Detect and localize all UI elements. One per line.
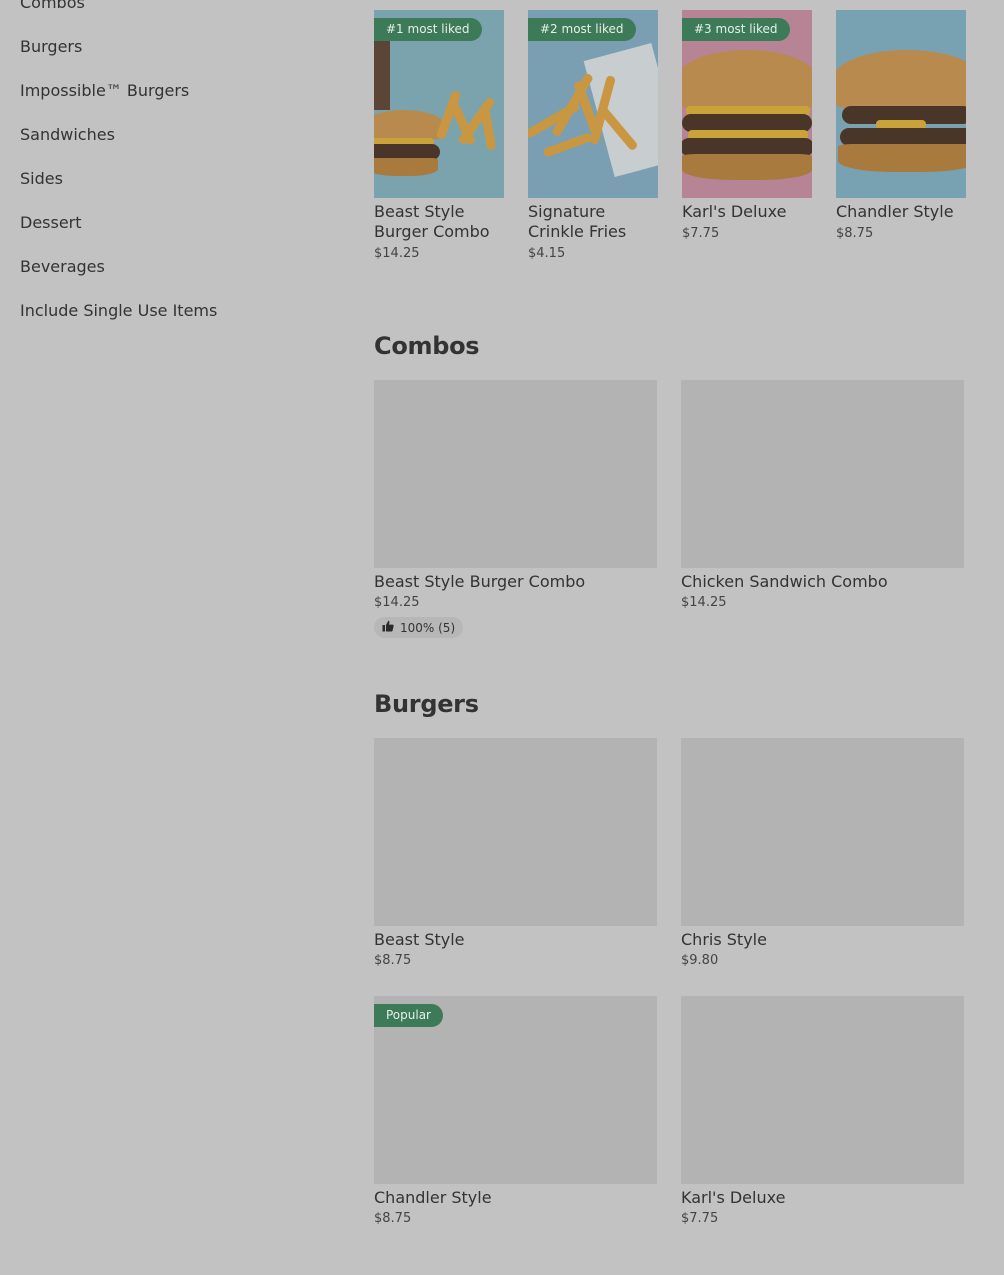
item-name: Karl's Deluxe <box>682 202 787 221</box>
sidebar-item-sandwiches[interactable]: Sandwiches <box>20 125 320 169</box>
popular-badge: Popular <box>374 1004 443 1027</box>
item-price: $14.25 <box>374 246 420 261</box>
sidebar-item-beverages[interactable]: Beverages <box>20 257 320 301</box>
item-price: $14.25 <box>681 595 727 610</box>
menu-item-card[interactable]: Beast Style $8.75 <box>374 738 657 968</box>
item-name: Chris Style <box>681 930 767 949</box>
sidebar-item-burgers[interactable]: Burgers <box>20 37 320 81</box>
item-name: Chandler Style <box>836 202 954 221</box>
item-image-placeholder <box>681 738 964 926</box>
item-image-placeholder <box>374 380 657 568</box>
item-name: Signature Crinkle Fries <box>528 202 627 241</box>
section-title-burgers: Burgers <box>374 690 479 718</box>
menu-item-card[interactable]: Chicken Sandwich Combo $14.25 <box>681 380 964 610</box>
section-title-combos: Combos <box>374 332 480 360</box>
sidebar-item-sides[interactable]: Sides <box>20 169 320 213</box>
item-image <box>836 10 966 198</box>
item-image: #1 most liked <box>374 10 504 198</box>
item-image-placeholder <box>374 738 657 926</box>
featured-card[interactable]: Chandler Style $8.75 <box>836 10 966 310</box>
thumbs-up-icon <box>382 620 394 635</box>
item-price: $8.75 <box>374 1211 412 1226</box>
most-liked-badge: #1 most liked <box>374 18 482 41</box>
sidebar-item-combos[interactable]: Combos <box>20 0 320 37</box>
item-name: Chicken Sandwich Combo <box>681 572 888 591</box>
item-price: $8.75 <box>374 953 412 968</box>
sidebar-item-single-use-items[interactable]: Include Single Use Items <box>20 301 320 345</box>
item-image-placeholder <box>681 996 964 1184</box>
sidebar-item-impossible-burgers[interactable]: Impossible™ Burgers <box>20 81 320 125</box>
menu-item-card[interactable]: Chris Style $9.80 <box>681 738 964 968</box>
item-price: $7.75 <box>681 1211 719 1226</box>
item-price: $8.75 <box>836 226 874 241</box>
category-sidebar: Combos Burgers Impossible™ Burgers Sandw… <box>20 0 320 345</box>
item-image-placeholder: Popular <box>374 996 657 1184</box>
rating-badge: 100% (5) <box>374 617 464 638</box>
item-price: $14.25 <box>374 595 420 610</box>
item-name: Karl's Deluxe <box>681 1188 786 1207</box>
item-image: #2 most liked <box>528 10 658 198</box>
item-image-placeholder <box>681 380 964 568</box>
rating-text: 100% (5) <box>400 620 456 635</box>
item-name: Chandler Style <box>374 1188 492 1207</box>
item-image: #3 most liked <box>682 10 812 198</box>
item-name: Beast Style Burger Combo <box>374 202 490 241</box>
most-liked-badge: #3 most liked <box>682 18 790 41</box>
item-price: $4.15 <box>528 246 566 261</box>
menu-item-card[interactable]: Popular Chandler Style $8.75 <box>374 996 657 1226</box>
menu-main: #1 most liked Beast Style Burger Combo $… <box>374 10 966 1226</box>
sidebar-item-dessert[interactable]: Dessert <box>20 213 320 257</box>
featured-items-row: #1 most liked Beast Style Burger Combo $… <box>374 10 966 310</box>
most-liked-badge: #2 most liked <box>528 18 636 41</box>
menu-item-card[interactable]: Karl's Deluxe $7.75 <box>681 996 964 1226</box>
featured-card[interactable]: #3 most liked Karl's Deluxe $7.75 <box>682 10 812 310</box>
item-name: Beast Style Burger Combo <box>374 572 586 591</box>
menu-item-card[interactable]: Beast Style Burger Combo $14.25 100% (5) <box>374 380 657 638</box>
featured-card[interactable]: #1 most liked Beast Style Burger Combo $… <box>374 10 504 310</box>
item-price: $9.80 <box>681 953 719 968</box>
item-name: Beast Style <box>374 930 465 949</box>
item-price: $7.75 <box>682 226 720 241</box>
featured-card[interactable]: #2 most liked Signature Crinkle Fries $4… <box>528 10 658 310</box>
